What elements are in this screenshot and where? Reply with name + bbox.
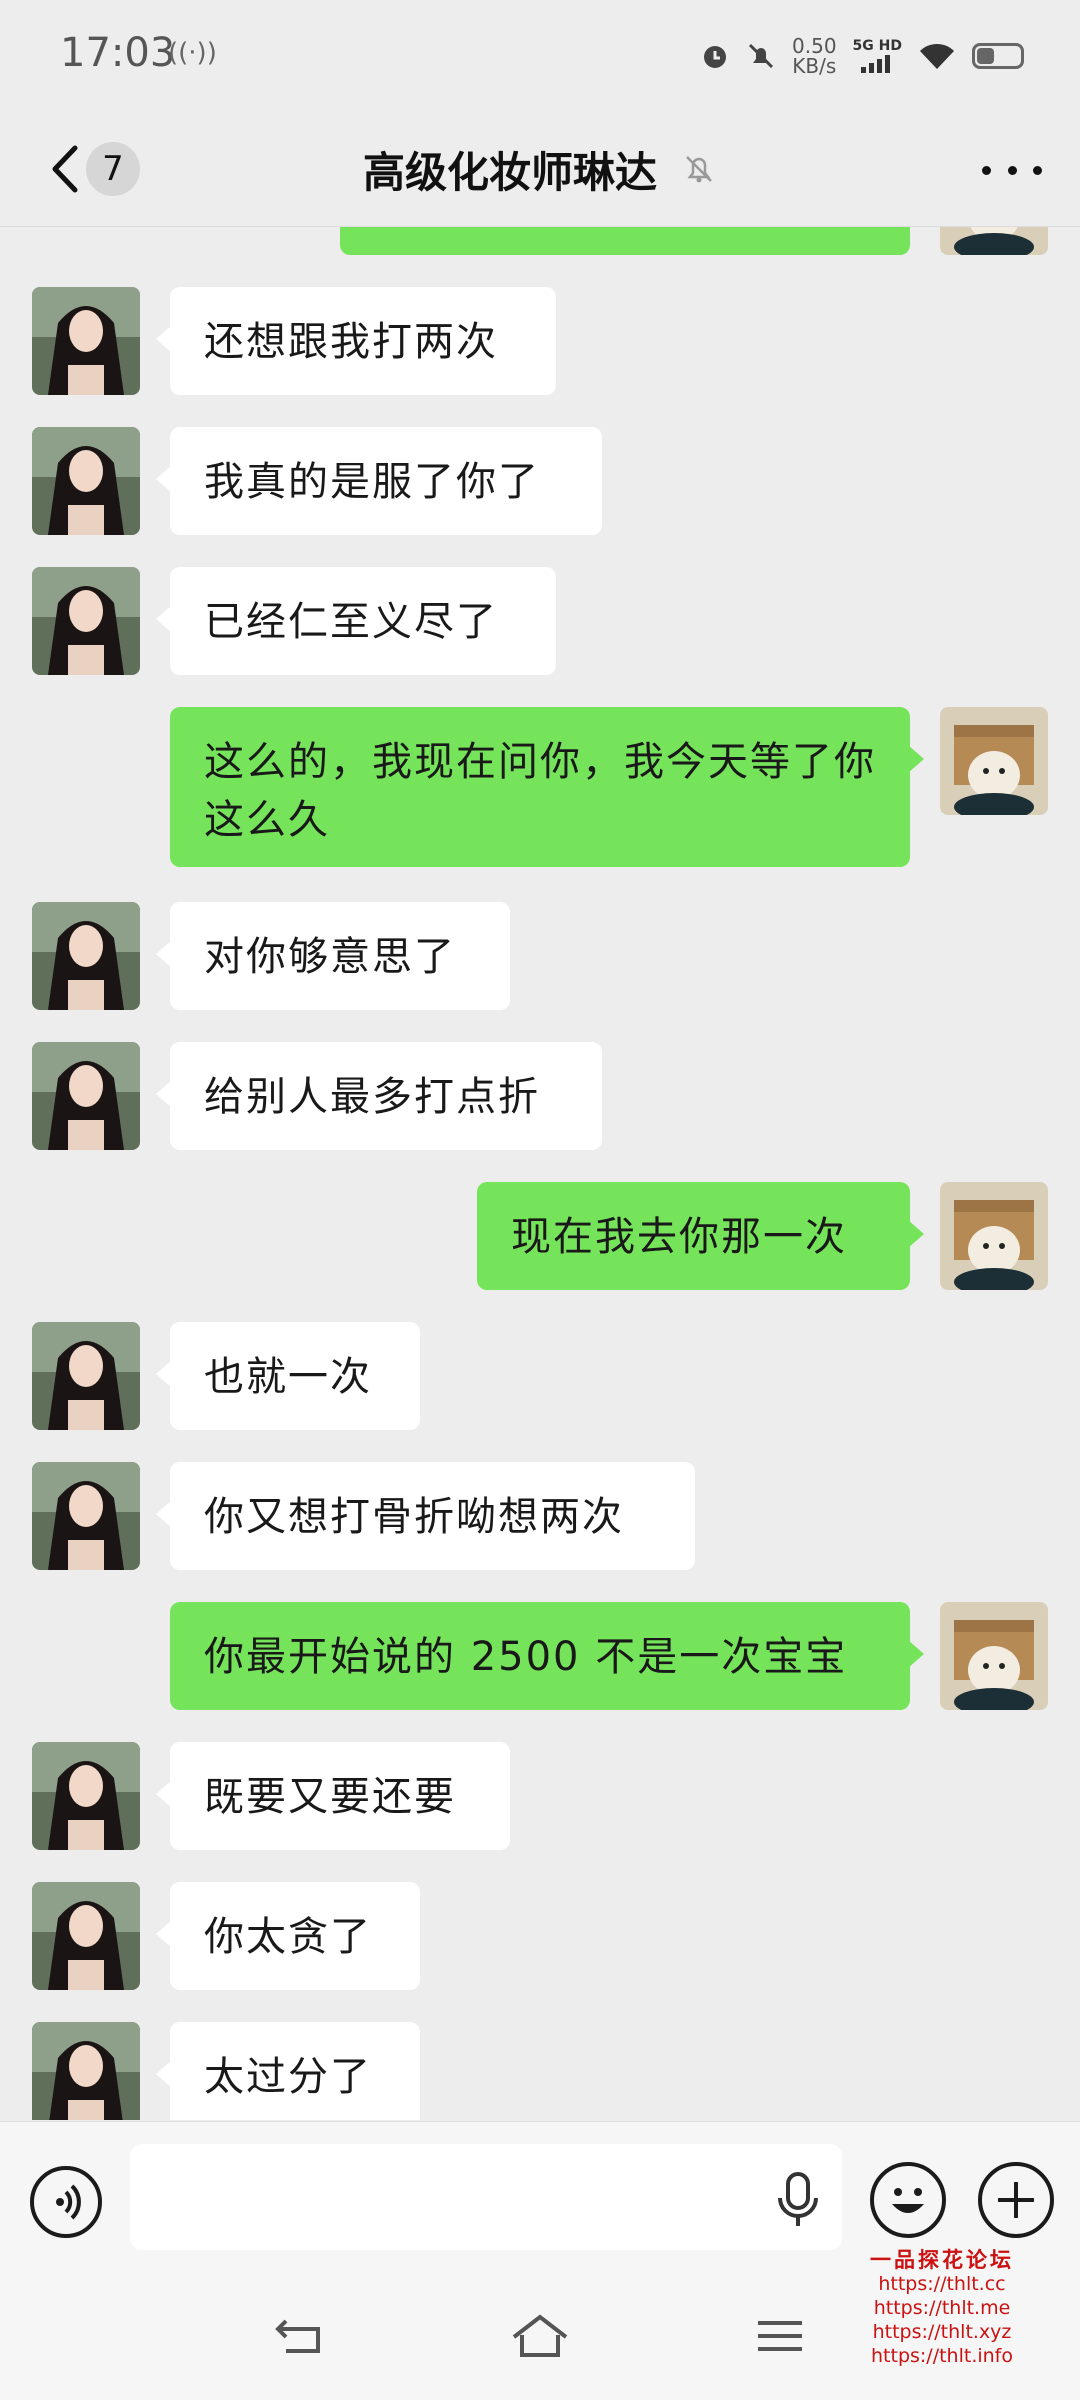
voice-toggle-button[interactable] <box>30 2166 102 2238</box>
microphone-icon[interactable] <box>772 2170 824 2230</box>
contact-avatar[interactable] <box>32 902 140 1010</box>
status-bar: 17:03 ((·)) 0.50 KB/s 5G HD <box>0 0 1080 112</box>
contact-avatar[interactable] <box>32 1882 140 1990</box>
watermark-link: https://thlt.cc <box>878 2273 1006 2295</box>
menu-nav-icon[interactable] <box>750 2311 810 2361</box>
message-bubble-outgoing[interactable]: 你最开始说的 2500 不是一次宝宝 <box>170 1602 924 1710</box>
message-bubble-incoming[interactable]: 我真的是服了你了 <box>156 427 602 535</box>
plus-icon <box>998 2182 1034 2218</box>
message-bubble-incoming[interactable]: 既要又要还要 <box>156 1742 510 1850</box>
net-speed: 0.50 KB/s <box>792 34 837 78</box>
message-bubble-incoming[interactable]: 你太贪了 <box>156 1882 420 1990</box>
message-bubble-incoming[interactable]: 太过分了 <box>156 2022 420 2120</box>
status-time: 17:03 <box>60 30 176 76</box>
my-avatar[interactable] <box>940 1182 1048 1290</box>
status-icons: 0.50 KB/s 5G HD <box>700 28 1024 84</box>
message-input[interactable] <box>130 2144 842 2250</box>
bell-off-icon <box>686 156 712 183</box>
message-bubble-incoming[interactable]: 还想跟我打两次 <box>156 287 556 395</box>
my-avatar[interactable] <box>940 707 1048 815</box>
contact-avatar[interactable] <box>32 1042 140 1150</box>
battery-icon <box>972 43 1024 69</box>
contact-avatar[interactable] <box>32 287 140 395</box>
cellular-signal-icon: 5G HD <box>853 39 902 73</box>
contact-avatar[interactable] <box>32 2022 140 2120</box>
watermark-link: https://thlt.me <box>873 2297 1011 2319</box>
chat-title[interactable]: 高级化妆师琳达 <box>363 139 657 200</box>
more-options-button[interactable] <box>982 150 1042 190</box>
message-bubble-outgoing[interactable] <box>340 227 910 255</box>
wifi-icon <box>920 43 954 69</box>
watermark-link: https://thlt.info <box>871 2345 1013 2367</box>
my-avatar[interactable] <box>940 1602 1048 1710</box>
watermark: 一品探花论坛 https://thlt.cc https://thlt.me h… <box>852 2248 1032 2368</box>
voice-icon <box>56 2184 81 2220</box>
contact-avatar[interactable] <box>32 1742 140 1850</box>
message-bubble-incoming[interactable]: 对你够意思了 <box>156 902 510 1010</box>
contact-avatar[interactable] <box>32 427 140 535</box>
emoji-button[interactable] <box>870 2162 946 2238</box>
message-bubble-incoming[interactable]: 也就一次 <box>156 1322 420 1430</box>
contact-avatar[interactable] <box>32 567 140 675</box>
alarm-icon <box>704 46 727 68</box>
message-bubble-outgoing[interactable]: 这么的，我现在问你，我今天等了你这么久 <box>170 707 924 867</box>
silent-bell-icon <box>748 43 774 69</box>
watermark-link: https://thlt.xyz <box>872 2321 1012 2343</box>
emoji-icon <box>892 2188 924 2213</box>
message-bubble-incoming[interactable]: 已经仁至义尽了 <box>156 567 556 675</box>
plus-button[interactable] <box>978 2162 1054 2238</box>
contact-avatar[interactable] <box>32 1462 140 1570</box>
nfc-icon: ((·)) <box>168 38 217 68</box>
watermark-title: 一品探花论坛 <box>870 2248 1014 2272</box>
back-nav-icon[interactable] <box>270 2311 330 2361</box>
message-bubble-incoming[interactable]: 你又想打骨折呦想两次 <box>156 1462 695 1570</box>
chat-area[interactable]: 还想跟我打两次 我真的是服了你了 已经仁至义尽了这么的，我现在问你，我今天等了你这么… <box>0 227 1080 2120</box>
message-bubble-outgoing[interactable]: 现在我去你那一次 <box>477 1182 924 1290</box>
home-nav-icon[interactable] <box>510 2311 570 2361</box>
my-avatar[interactable] <box>940 227 1048 255</box>
message-bubble-incoming[interactable]: 给别人最多打点折 <box>156 1042 602 1150</box>
contact-avatar[interactable] <box>32 1322 140 1430</box>
chat-header: 7 高级化妆师琳达 <box>0 112 1080 227</box>
